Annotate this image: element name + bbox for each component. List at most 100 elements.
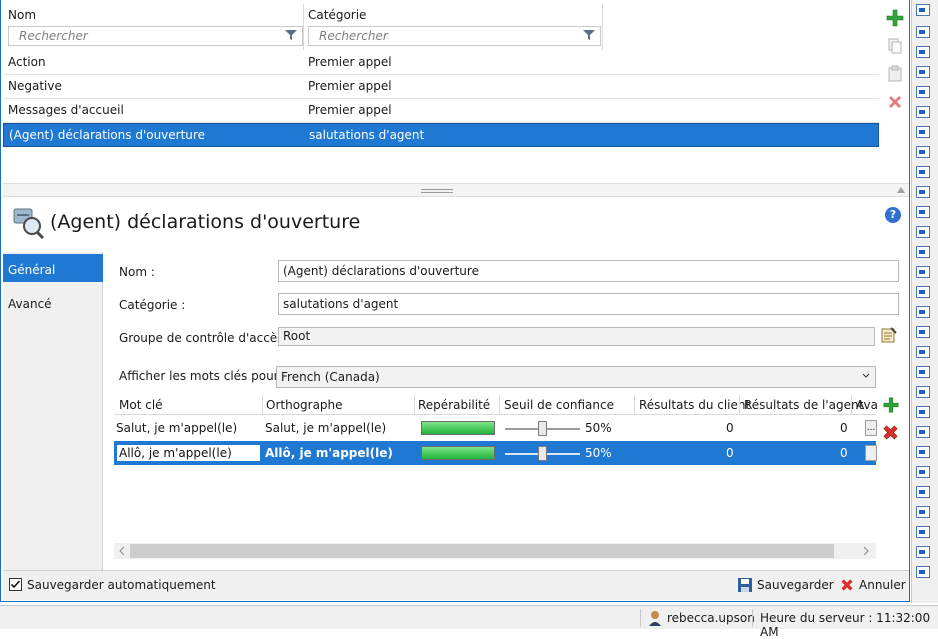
strip-item[interactable]: [916, 66, 930, 78]
strip-item[interactable]: [916, 466, 930, 478]
strip-item[interactable]: [916, 226, 930, 238]
confidence-value: 50%: [585, 446, 612, 460]
column-divider[interactable]: [414, 395, 415, 415]
grid-header-detectability[interactable]: Repérabilité: [418, 398, 490, 412]
list-item-category: Premier appel: [308, 55, 392, 69]
strip-item[interactable]: [916, 406, 930, 418]
strip-item[interactable]: [916, 486, 930, 498]
strip-item[interactable]: [916, 186, 930, 198]
column-header-name[interactable]: Nom: [8, 8, 36, 22]
strip-item[interactable]: [916, 4, 930, 16]
grid-header-confidence[interactable]: Seuil de confiance: [504, 398, 614, 412]
user-icon: [649, 611, 661, 626]
strip-item[interactable]: [916, 146, 930, 158]
column-divider[interactable]: [851, 395, 852, 415]
column-divider[interactable]: [262, 395, 263, 415]
strip-item[interactable]: [916, 526, 930, 538]
paste-icon[interactable]: [885, 64, 905, 84]
strip-item[interactable]: [916, 346, 930, 358]
copy-icon[interactable]: [885, 36, 905, 56]
more-button[interactable]: ...: [865, 420, 877, 436]
strip-item[interactable]: [916, 246, 930, 258]
grid-header-keyword[interactable]: Mot clé: [119, 398, 163, 412]
scroll-left-icon[interactable]: [118, 546, 126, 556]
tab-general[interactable]: Général: [3, 254, 103, 282]
strip-item[interactable]: [916, 566, 930, 578]
strip-item[interactable]: [916, 426, 930, 438]
cancel-icon[interactable]: [839, 577, 855, 593]
search-input-category[interactable]: Rechercher: [308, 26, 601, 46]
strip-item[interactable]: [916, 106, 930, 118]
strip-item[interactable]: [916, 386, 930, 398]
filter-icon[interactable]: [582, 28, 596, 42]
list-item[interactable]: Action Premier appel: [3, 51, 879, 75]
confidence-slider[interactable]: [505, 421, 580, 436]
spelling-cell[interactable]: Allô, je m'appel(le): [265, 446, 393, 460]
save-button[interactable]: Sauvegarder: [757, 578, 834, 592]
column-divider[interactable]: [499, 395, 500, 415]
grid-row-selected[interactable]: Allô, je m'appel(le) Allô, je m'appel(le…: [114, 441, 877, 465]
column-header-category[interactable]: Catégorie: [308, 8, 366, 22]
confidence-slider[interactable]: [505, 446, 580, 461]
footer-bar: Sauvegarder automatiquement Sauvegarder …: [3, 570, 909, 600]
tab-advanced[interactable]: Avancé: [3, 288, 103, 316]
strip-item[interactable]: [916, 366, 930, 378]
splitter[interactable]: [3, 183, 909, 197]
language-dropdown[interactable]: French (Canada): [276, 366, 876, 388]
strip-item[interactable]: [916, 326, 930, 338]
strip-item[interactable]: [916, 506, 930, 518]
filter-icon[interactable]: [284, 28, 298, 42]
help-icon[interactable]: ?: [885, 207, 901, 223]
strip-item[interactable]: [916, 166, 930, 178]
list-item[interactable]: Negative Premier appel: [3, 75, 879, 99]
slider-thumb[interactable]: [538, 446, 547, 461]
cancel-button[interactable]: Annuler: [859, 578, 906, 592]
search-input-name[interactable]: Rechercher: [8, 26, 303, 46]
strip-item[interactable]: [916, 546, 930, 558]
grid-row[interactable]: Salut, je m'appel(le) Salut, je m'appel(…: [114, 416, 877, 440]
column-divider[interactable]: [739, 395, 740, 415]
grid-header-client-results[interactable]: Résultats du client: [639, 398, 750, 412]
strip-item[interactable]: [916, 286, 930, 298]
column-divider[interactable]: [602, 4, 603, 50]
edit-list-icon[interactable]: [880, 326, 898, 344]
strip-item[interactable]: [916, 446, 930, 458]
grid-header-agent-results[interactable]: Résultats de l'agent: [744, 398, 863, 412]
spelling-cell[interactable]: Salut, je m'appel(le): [265, 421, 386, 435]
save-icon[interactable]: [737, 577, 753, 593]
scroll-right-icon[interactable]: [862, 546, 870, 556]
grid-header-spelling[interactable]: Orthographe: [266, 398, 343, 412]
strip-item[interactable]: [916, 206, 930, 218]
keyword-edit-input[interactable]: Allô, je m'appel(le): [116, 444, 261, 462]
strip-item[interactable]: [916, 126, 930, 138]
column-divider[interactable]: [634, 395, 635, 415]
autosave-checkbox[interactable]: [9, 578, 22, 591]
strip-item[interactable]: [916, 306, 930, 318]
list-item[interactable]: Messages d'accueil Premier appel: [3, 99, 879, 123]
autosave-label[interactable]: Sauvegarder automatiquement: [27, 578, 216, 592]
strip-item[interactable]: [916, 266, 930, 278]
scrollbar-thumb[interactable]: [130, 544, 834, 558]
delete-icon[interactable]: [885, 92, 905, 112]
splitter-grip[interactable]: [421, 189, 453, 193]
strip-item[interactable]: [916, 46, 930, 58]
detectability-bar: [421, 421, 495, 435]
grid-header-more[interactable]: Ava: [856, 398, 878, 412]
scroll-up-icon[interactable]: [896, 185, 906, 194]
keywords-language-label: Afficher les mots clés pour :: [119, 369, 287, 383]
keyword-cell[interactable]: Salut, je m'appel(le): [116, 421, 237, 435]
horizontal-scrollbar[interactable]: [114, 543, 876, 559]
column-divider[interactable]: [303, 4, 304, 50]
delete-keyword-icon[interactable]: [881, 423, 900, 442]
more-button[interactable]: ...: [865, 445, 877, 461]
add-icon[interactable]: [885, 8, 905, 28]
strip-item[interactable]: [916, 86, 930, 98]
page-title: (Agent) déclarations d'ouverture: [50, 211, 361, 233]
category-field[interactable]: salutations d'agent: [278, 293, 899, 315]
name-field[interactable]: (Agent) déclarations d'ouverture: [278, 260, 899, 282]
slider-thumb[interactable]: [538, 421, 547, 436]
strip-item[interactable]: [916, 26, 930, 38]
current-user: rebecca.upson: [667, 611, 755, 625]
add-keyword-icon[interactable]: [882, 396, 900, 414]
list-item-selected[interactable]: (Agent) déclarations d'ouverture salutat…: [3, 123, 879, 147]
